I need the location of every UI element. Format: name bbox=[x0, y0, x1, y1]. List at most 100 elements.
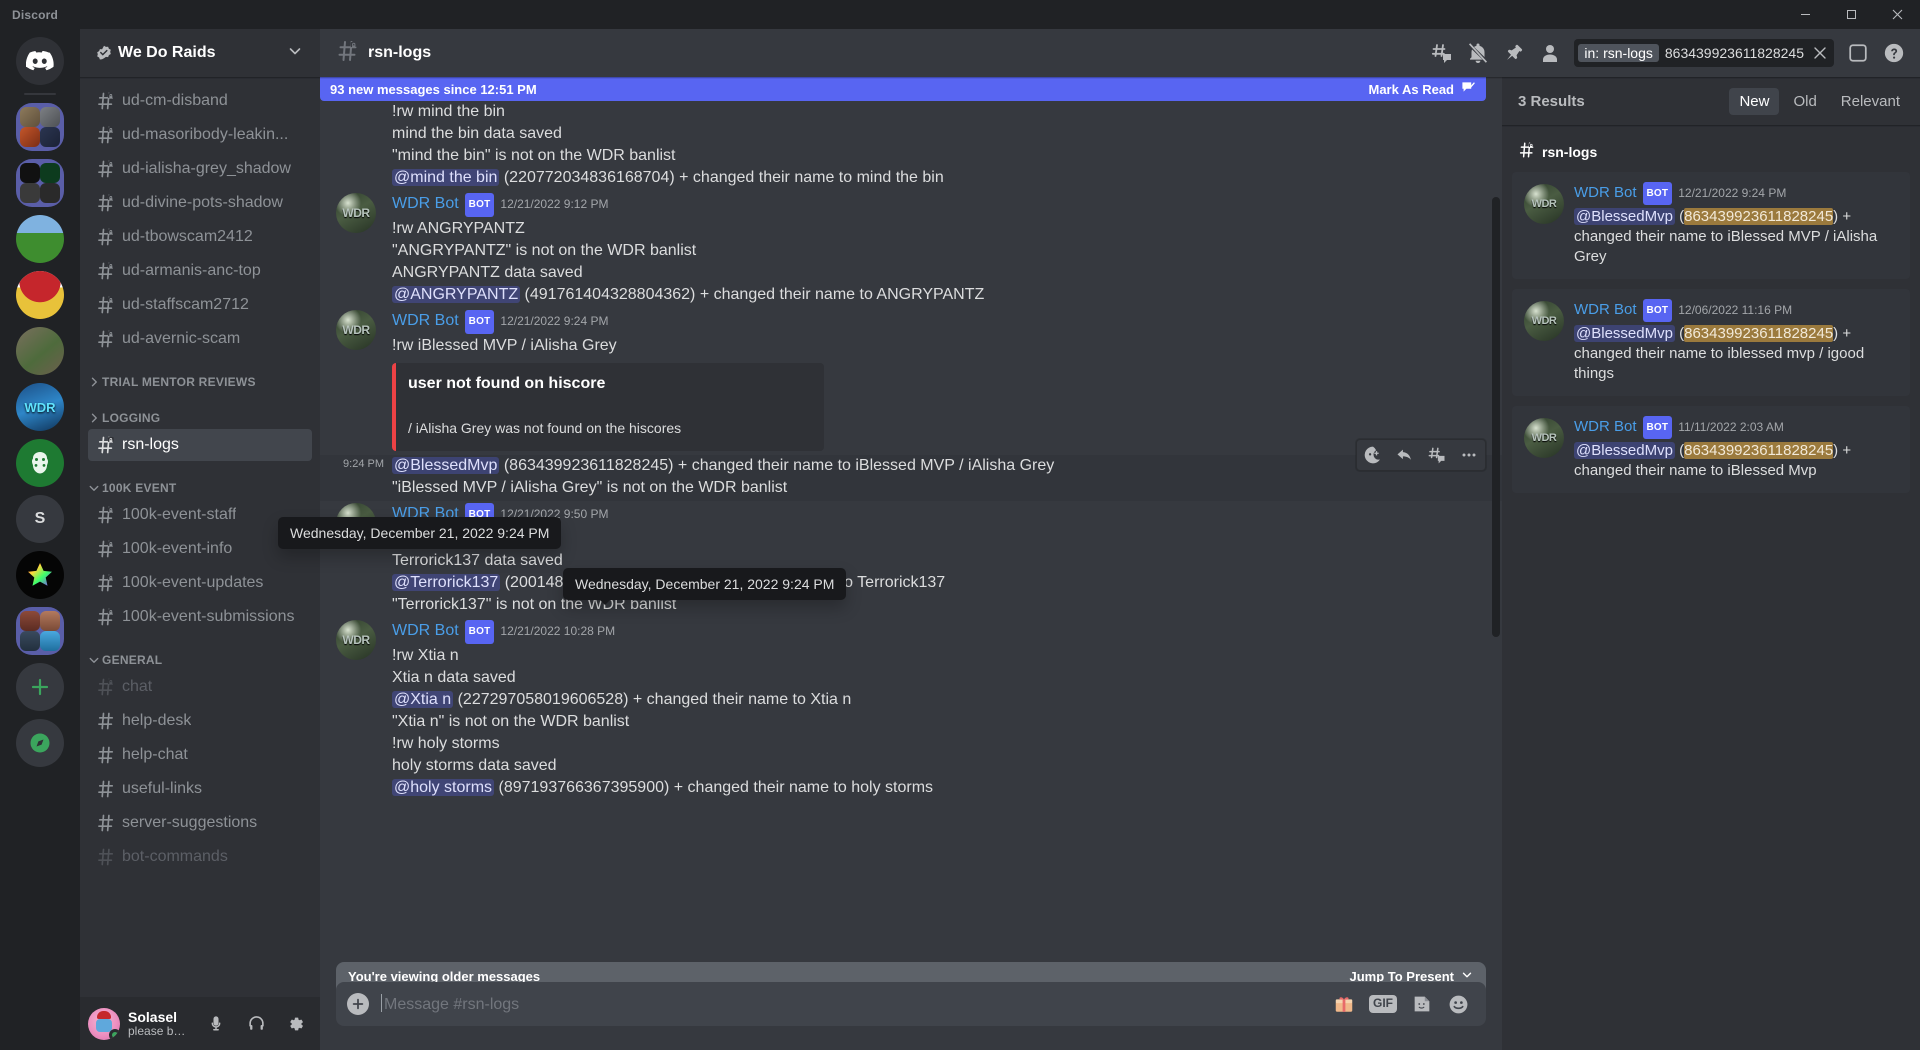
sidebar-item-bot-commands[interactable]: bot-commands bbox=[88, 841, 312, 873]
user-mention[interactable]: @Terrorick137 bbox=[392, 574, 501, 592]
sidebar-item-ud-ialisha-grey-shadow[interactable]: ud-ialisha-grey_shadow bbox=[88, 153, 312, 185]
avatar[interactable] bbox=[88, 1007, 120, 1040]
mark-as-read-button[interactable]: Mark As Read bbox=[1369, 80, 1477, 99]
sidebar-item-chat[interactable]: chat bbox=[88, 671, 312, 703]
chevron-down-icon[interactable] bbox=[286, 42, 304, 65]
notification-muted-icon[interactable] bbox=[1460, 35, 1496, 71]
message[interactable]: !rw mind the bin mind the bin data saved "… bbox=[320, 101, 1502, 191]
close-icon[interactable] bbox=[1874, 0, 1920, 29]
more-icon[interactable] bbox=[1453, 440, 1485, 470]
headphones-icon[interactable] bbox=[240, 1008, 272, 1040]
sidebar-item-help-desk[interactable]: help-desk bbox=[88, 705, 312, 737]
add-reaction-icon[interactable] bbox=[1357, 440, 1389, 470]
guild-server-santa-helm[interactable] bbox=[16, 271, 64, 319]
category-trial-mentor-reviews[interactable]: TRIAL MENTOR REVIEWS bbox=[80, 357, 320, 393]
tab-sort-new[interactable]: New bbox=[1729, 87, 1780, 115]
user-info[interactable]: Solasel please be kin... bbox=[128, 1009, 192, 1039]
guild-server-wdr[interactable]: WDR bbox=[16, 383, 64, 431]
search-result-card[interactable]: WDR WDR Bot BOT 12/06/2022 11:16 PM @Blessed… bbox=[1512, 288, 1910, 396]
user-mention[interactable]: @holy storms bbox=[392, 779, 495, 797]
sidebar-item-ud-avernic-scam[interactable]: ud-avernic-scam bbox=[88, 323, 312, 355]
microphone-icon[interactable] bbox=[200, 1008, 232, 1040]
sidebar-item-ud-armanis-anc-top[interactable]: ud-armanis-anc-top bbox=[88, 255, 312, 287]
user-mention[interactable]: @BlessedMvp bbox=[1574, 441, 1675, 459]
gear-icon[interactable] bbox=[280, 1008, 312, 1040]
guild-server-green-brain[interactable] bbox=[16, 439, 64, 487]
search-result-card[interactable]: WDR WDR Bot BOT 11/11/2022 2:03 AM @BlessedM… bbox=[1512, 405, 1910, 493]
guild-folder-3[interactable] bbox=[16, 607, 64, 655]
search-input[interactable]: in: rsn-logs 863439923611828245 bbox=[1574, 39, 1834, 67]
pinned-messages-icon[interactable] bbox=[1496, 35, 1532, 71]
sidebar-item-server-suggestions[interactable]: server-suggestions bbox=[88, 807, 312, 839]
user-mention[interactable]: @mind the bin bbox=[392, 169, 500, 186]
message-author[interactable]: WDR Bot bbox=[392, 193, 459, 215]
result-pre: ( bbox=[1674, 441, 1685, 459]
inbox-icon[interactable] bbox=[1840, 35, 1876, 71]
message-author[interactable]: WDR Bot bbox=[392, 310, 459, 332]
sidebar-item-100k-event-submissions[interactable]: 100k-event-submissions bbox=[88, 601, 312, 633]
user-mention[interactable]: @BlessedMvp bbox=[392, 457, 500, 475]
sticker-icon[interactable] bbox=[1411, 993, 1433, 1015]
tab-sort-old[interactable]: Old bbox=[1783, 88, 1826, 115]
guild-header[interactable]: We Do Raids bbox=[80, 29, 320, 77]
search-results-list[interactable]: rsn-logs WDR WDR Bot BOT 12/21/2022 9:24 PM… bbox=[1502, 125, 1920, 1050]
close-icon[interactable] bbox=[1812, 45, 1828, 61]
message[interactable]: 9:24 PM @BlessedMvp (863439923611828245) … bbox=[320, 439, 1502, 502]
attach-file-button[interactable] bbox=[336, 982, 380, 1026]
message[interactable]: WDR WDR Bot BOT 12/21/2022 10:28 PM !rw Xtia… bbox=[320, 618, 1502, 801]
guild-home-button[interactable] bbox=[16, 37, 64, 85]
message-author[interactable]: WDR Bot bbox=[392, 620, 459, 642]
explore-servers-button[interactable] bbox=[16, 719, 64, 767]
sidebar-item-help-chat[interactable]: help-chat bbox=[88, 739, 312, 771]
channel-hash-lock-icon bbox=[96, 539, 116, 559]
minimize-icon[interactable] bbox=[1782, 0, 1828, 29]
guild-folder-2[interactable] bbox=[16, 159, 64, 207]
member-list-icon[interactable] bbox=[1532, 35, 1568, 71]
gif-picker-button[interactable]: GIF bbox=[1369, 995, 1397, 1013]
user-mention[interactable]: @BlessedMvp bbox=[1574, 324, 1675, 342]
threads-icon[interactable] bbox=[1424, 35, 1460, 71]
sidebar-item-ud-divine-pots-shadow[interactable]: ud-divine-pots-shadow bbox=[88, 187, 312, 219]
message[interactable]: WDR WDR Bot BOT 12/21/2022 9:24 PM !rw iBles… bbox=[320, 308, 1502, 455]
search-result-card[interactable]: WDR WDR Bot BOT 12/21/2022 9:24 PM @BlessedM… bbox=[1512, 172, 1910, 279]
result-author[interactable]: WDR Bot bbox=[1574, 299, 1637, 320]
user-mention[interactable]: @ANGRYPANTZ bbox=[392, 286, 521, 303]
guild-server-s[interactable]: S bbox=[16, 495, 64, 543]
help-icon[interactable] bbox=[1876, 35, 1912, 71]
sidebar-item-100k-event-updates[interactable]: 100k-event-updates bbox=[88, 567, 312, 599]
gift-icon[interactable] bbox=[1333, 993, 1355, 1015]
guild-server-star[interactable] bbox=[16, 551, 64, 599]
category-logging[interactable]: LOGGING bbox=[80, 393, 320, 429]
user-mention[interactable]: @Xtia n bbox=[392, 691, 454, 709]
results-group-channel: rsn-logs bbox=[1512, 133, 1910, 172]
result-author[interactable]: WDR Bot bbox=[1574, 182, 1637, 203]
avatar[interactable]: WDR bbox=[336, 193, 376, 233]
tab-sort-relevant[interactable]: Relevant bbox=[1831, 88, 1910, 115]
sidebar-item-ud-cm-disband[interactable]: ud-cm-disband bbox=[88, 85, 312, 117]
guild-folder-1[interactable] bbox=[16, 103, 64, 151]
message[interactable]: WDR WDR Bot BOT 12/21/2022 9:12 PM !rw ANGRY… bbox=[320, 191, 1502, 308]
channel-label: ud-avernic-scam bbox=[122, 330, 241, 347]
category-100k-event[interactable]: 100K EVENT bbox=[80, 463, 320, 499]
message-input-box[interactable]: Message #rsn-logs GIF bbox=[336, 982, 1486, 1026]
thread-icon[interactable] bbox=[1421, 440, 1453, 470]
new-messages-bar[interactable]: 93 new messages since 12:51 PM Mark As R… bbox=[320, 77, 1486, 101]
result-author[interactable]: WDR Bot bbox=[1574, 416, 1637, 437]
sidebar-item-rsn-logs[interactable]: rsn-logs bbox=[88, 429, 312, 461]
emoji-icon[interactable] bbox=[1447, 993, 1470, 1016]
avatar[interactable]: WDR bbox=[336, 620, 376, 661]
user-mention[interactable]: @BlessedMvp bbox=[1574, 208, 1675, 225]
sidebar-item-ud-tbowscam2412[interactable]: ud-tbowscam2412 bbox=[88, 221, 312, 253]
sidebar-item-useful-links[interactable]: useful-links bbox=[88, 773, 312, 805]
category-general[interactable]: GENERAL bbox=[80, 635, 320, 671]
add-server-button[interactable] bbox=[16, 663, 64, 711]
avatar[interactable]: WDR bbox=[336, 310, 376, 350]
scrollbar-thumb[interactable] bbox=[1492, 197, 1500, 637]
guild-server-grass[interactable] bbox=[16, 215, 64, 263]
sidebar-item-ud-masoribody-leakin-[interactable]: ud-masoribody-leakin... bbox=[88, 119, 312, 151]
guild-server-mossy[interactable] bbox=[16, 327, 64, 375]
maximize-icon[interactable] bbox=[1828, 0, 1874, 29]
sidebar-item-ud-staffscam2712[interactable]: ud-staffscam2712 bbox=[88, 289, 312, 321]
reply-icon[interactable] bbox=[1389, 440, 1421, 470]
message-text-input[interactable]: Message #rsn-logs bbox=[380, 983, 1333, 1025]
